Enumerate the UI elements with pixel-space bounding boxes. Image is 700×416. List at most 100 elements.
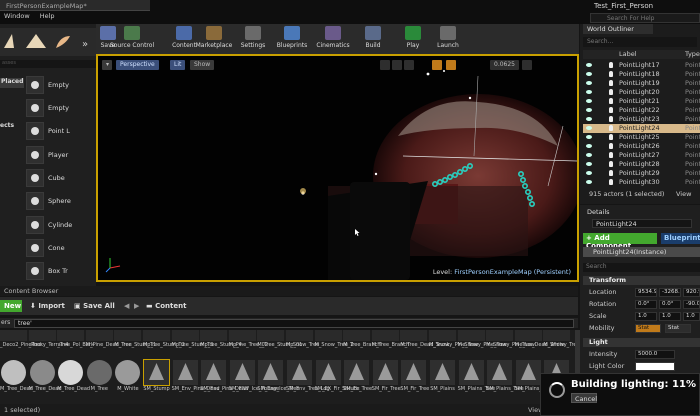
path-content[interactable]: ▬ Content — [142, 300, 190, 312]
content-button[interactable]: Content — [167, 24, 201, 54]
rotate-icon[interactable] — [392, 60, 402, 70]
outliner-row[interactable]: PointLight24 Point — [583, 124, 700, 133]
import-button[interactable]: ⬇ Import — [26, 300, 69, 312]
actor-name-field[interactable]: PointLight24 — [592, 219, 692, 228]
outliner-search-input[interactable]: Search... — [583, 37, 697, 47]
play-button[interactable]: Play — [396, 24, 430, 54]
place-item[interactable]: Cylinde — [26, 214, 88, 236]
location-x[interactable]: 9534.97 — [635, 288, 657, 297]
light-section[interactable]: Light — [583, 338, 700, 347]
add-component-button[interactable]: + Add Component — [583, 233, 657, 250]
col-type[interactable]: Type — [685, 50, 700, 58]
rotation-x[interactable]: 0.0° — [635, 300, 657, 309]
level-tab[interactable]: FirstPersonExampleMap* — [0, 0, 150, 11]
place-item[interactable]: Cube — [26, 167, 88, 189]
visibility-eye-icon[interactable] — [586, 81, 592, 85]
outliner-view-options[interactable]: View — [676, 190, 691, 198]
light-color-swatch[interactable] — [635, 362, 675, 371]
perspective-button[interactable]: Perspective — [116, 60, 159, 70]
mobility-stationary-button[interactable]: Stat — [665, 324, 691, 333]
location-y[interactable]: -3268.0 — [659, 288, 681, 297]
rotation-y[interactable]: 0.0° — [659, 300, 681, 309]
content-browser-tab[interactable]: Content Browser — [0, 286, 578, 296]
visibility-eye-icon[interactable] — [586, 171, 592, 175]
outliner-row[interactable]: PointLight17 Point — [583, 61, 700, 70]
level-viewport[interactable]: ▾ Perspective Lit Show 0.0625 Level: Fir… — [96, 54, 579, 282]
category-objects[interactable]: ects — [0, 122, 22, 129]
outliner-row[interactable]: PointLight28 Point — [583, 160, 700, 169]
menu-window[interactable]: Window — [4, 12, 30, 20]
outliner-row[interactable]: PointLight30 Point — [583, 178, 700, 187]
outliner-row[interactable]: PointLight29 Point — [583, 169, 700, 178]
details-tab[interactable]: Details — [583, 207, 633, 216]
outliner-row[interactable]: PointLight18 Point — [583, 70, 700, 79]
visibility-eye-icon[interactable] — [586, 153, 592, 157]
rotation-snap-icon[interactable] — [446, 60, 456, 70]
outliner-row[interactable]: PointLight26 Point — [583, 142, 700, 151]
show-button[interactable]: Show — [190, 60, 215, 70]
blueprints-button[interactable]: Blueprints — [275, 24, 309, 54]
visibility-eye-icon[interactable] — [586, 162, 592, 166]
visibility-eye-icon[interactable] — [586, 180, 592, 184]
place-item[interactable]: Empty — [26, 97, 88, 119]
visibility-eye-icon[interactable] — [586, 63, 592, 67]
launch-button[interactable]: Launch — [431, 24, 465, 54]
place-item[interactable]: Player — [26, 144, 88, 166]
outliner-tab[interactable]: World Outliner — [583, 24, 653, 34]
lit-button[interactable]: Lit — [170, 60, 186, 70]
place-item[interactable]: Point L — [26, 120, 88, 142]
rotation-z[interactable]: -90.0 — [683, 300, 700, 309]
source-control-button[interactable]: Source Control — [110, 24, 154, 54]
instance-row[interactable]: PointLight24(Instance) — [583, 247, 700, 257]
marketplace-button[interactable]: Marketplace — [196, 24, 232, 54]
category-placed[interactable]: Placed — [0, 78, 24, 88]
help-search-input[interactable]: Search For Help — [590, 13, 700, 23]
outliner-row[interactable]: PointLight27 Point — [583, 151, 700, 160]
outliner-row[interactable]: PointLight22 Point — [583, 106, 700, 115]
place-item[interactable]: Empty — [26, 74, 88, 96]
visibility-eye-icon[interactable] — [586, 90, 592, 94]
add-new-button[interactable]: New — [0, 300, 22, 312]
location-z[interactable]: 920.99 — [683, 288, 700, 297]
visibility-eye-icon[interactable] — [586, 108, 592, 112]
place-search-input[interactable]: asses — [0, 60, 96, 68]
transform-section[interactable]: Transform — [583, 276, 700, 285]
scale-y[interactable]: 1.0 — [659, 312, 681, 321]
blueprint-button[interactable]: Blueprint — [661, 233, 700, 244]
camera-speed[interactable]: 0.0625 — [490, 60, 519, 70]
outliner-row[interactable]: PointLight19 Point — [583, 79, 700, 88]
outliner-row[interactable]: PointLight23 Point — [583, 115, 700, 124]
intensity-field[interactable]: 5000.0 — [635, 350, 675, 359]
outliner-row[interactable]: PointLight20 Point — [583, 88, 700, 97]
visibility-eye-icon[interactable] — [586, 144, 592, 148]
col-label[interactable]: Label — [619, 50, 637, 58]
outliner-row[interactable]: PointLight21 Point — [583, 97, 700, 106]
visibility-eye-icon[interactable] — [586, 99, 592, 103]
viewport-menu-button[interactable]: ▾ — [102, 60, 112, 70]
details-search-input[interactable]: Search — [583, 263, 700, 272]
translate-icon[interactable] — [380, 60, 390, 70]
maximize-icon[interactable] — [522, 60, 532, 70]
scale-z[interactable]: 1.0 — [683, 312, 700, 321]
save-all-button[interactable]: ▣ Save All — [70, 300, 119, 312]
grid-snap-icon[interactable] — [432, 60, 442, 70]
scale-icon[interactable] — [404, 60, 414, 70]
visibility-eye-icon[interactable] — [586, 72, 592, 76]
settings-button[interactable]: Settings — [236, 24, 270, 54]
cinematics-button[interactable]: Cinematics — [316, 24, 350, 54]
mode-icons[interactable]: » — [0, 28, 96, 56]
menu-help[interactable]: Help — [40, 12, 55, 20]
filters-button[interactable]: ers — [1, 319, 10, 326]
visibility-eye-icon[interactable] — [586, 126, 592, 130]
place-item[interactable]: Cone — [26, 237, 88, 259]
asset-search-input[interactable]: tree' — [14, 319, 574, 328]
cancel-button[interactable]: Cancel — [571, 393, 597, 403]
place-item[interactable]: Box Tr — [26, 260, 88, 282]
scale-x[interactable]: 1.0 — [635, 312, 657, 321]
place-item[interactable]: Sphere — [26, 190, 88, 212]
mobility-static-button[interactable]: Stat — [635, 324, 661, 333]
visibility-eye-icon[interactable] — [586, 117, 592, 121]
visibility-eye-icon[interactable] — [586, 135, 592, 139]
outliner-row[interactable]: PointLight25 Point — [583, 133, 700, 142]
build-button[interactable]: Build — [356, 24, 390, 54]
